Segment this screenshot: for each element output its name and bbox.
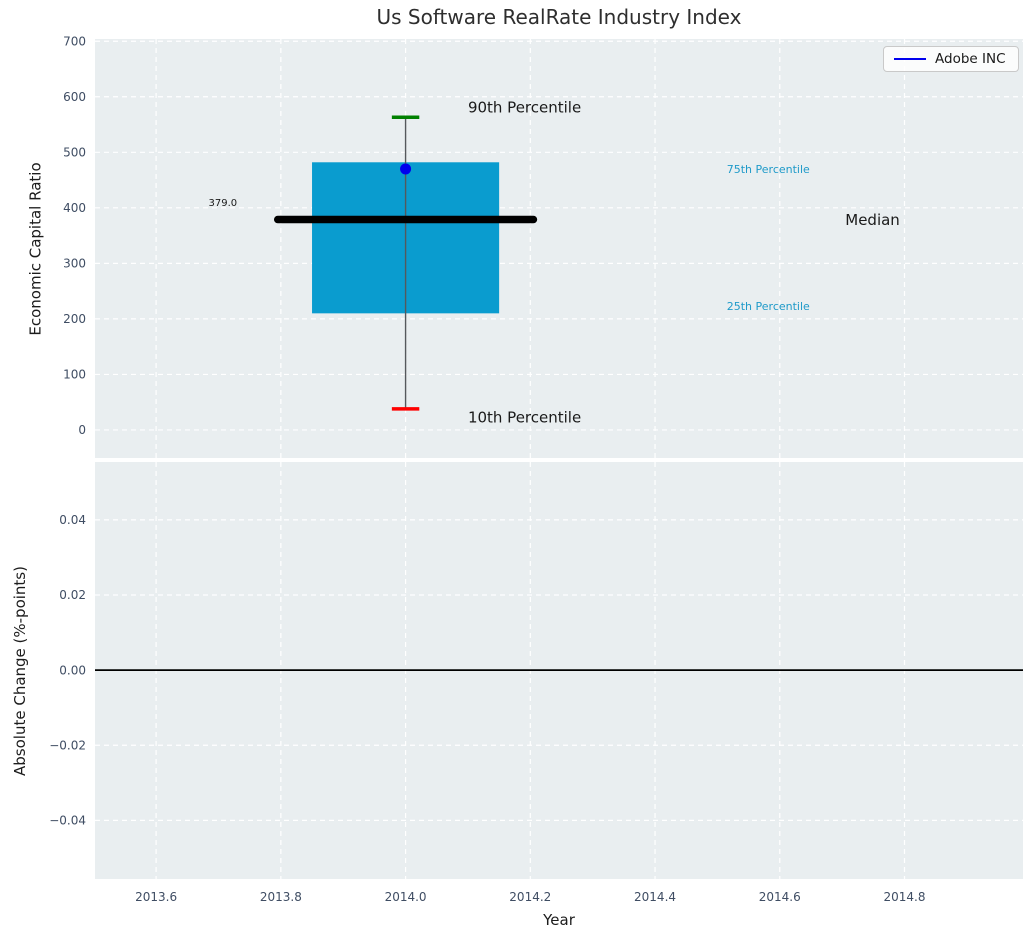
y-tick-label: 400 [63,201,86,215]
figure: Us Software RealRate Industry Index 0 100… [0,0,1034,942]
x-tick-label: 2013.8 [260,890,302,904]
y-tick-label: 100 [63,368,86,382]
y-tick-label: 600 [63,90,86,104]
legend-label: Adobe INC [935,51,1006,67]
y-tick-label: 700 [63,34,86,48]
x-tick-label: 2014.6 [759,890,801,904]
x-tick-label: 2014.8 [884,890,926,904]
y-tick-label: −0.02 [49,738,86,752]
legend-line-sample [894,58,926,60]
annotation: 10th Percentile [468,409,581,427]
x-axis-label: Year [95,911,1023,929]
top-y-axis-label-text: Economic Capital Ratio [27,162,45,335]
annotation: 25th Percentile [727,300,810,313]
y-tick-label: 200 [63,312,86,326]
legend: Adobe INC [883,46,1019,72]
annotation: 379.0 [209,198,238,209]
x-tick-label: 2014.0 [385,890,427,904]
top-y-axis-label: Economic Capital Ratio [25,39,47,458]
bottom-y-axis-label: Absolute Change (%-points) [9,462,31,879]
data-point-adobe-inc [400,163,411,174]
chart-title: Us Software RealRate Industry Index [95,5,1023,29]
y-tick-label: 0.02 [59,588,86,602]
x-tick-label: 2014.2 [509,890,551,904]
y-tick-label: 0 [78,423,86,437]
annotation: Median [845,211,900,229]
y-tick-label: 0.00 [59,663,86,677]
chart-canvas: 0 100 200 300 400 500 600 700 90th Percentile 75t… [0,0,1034,942]
y-tick-label: 300 [63,257,86,271]
y-tick-label: −0.04 [49,814,86,828]
bottom-y-axis-label-text: Absolute Change (%-points) [11,566,29,776]
x-tick-label: 2014.4 [634,890,676,904]
y-tick-label: 500 [63,145,86,159]
x-tick-label: 2013.6 [135,890,177,904]
annotation: 75th Percentile [727,163,810,176]
y-tick-label: 0.04 [59,513,86,527]
annotation: 90th Percentile [468,99,581,117]
